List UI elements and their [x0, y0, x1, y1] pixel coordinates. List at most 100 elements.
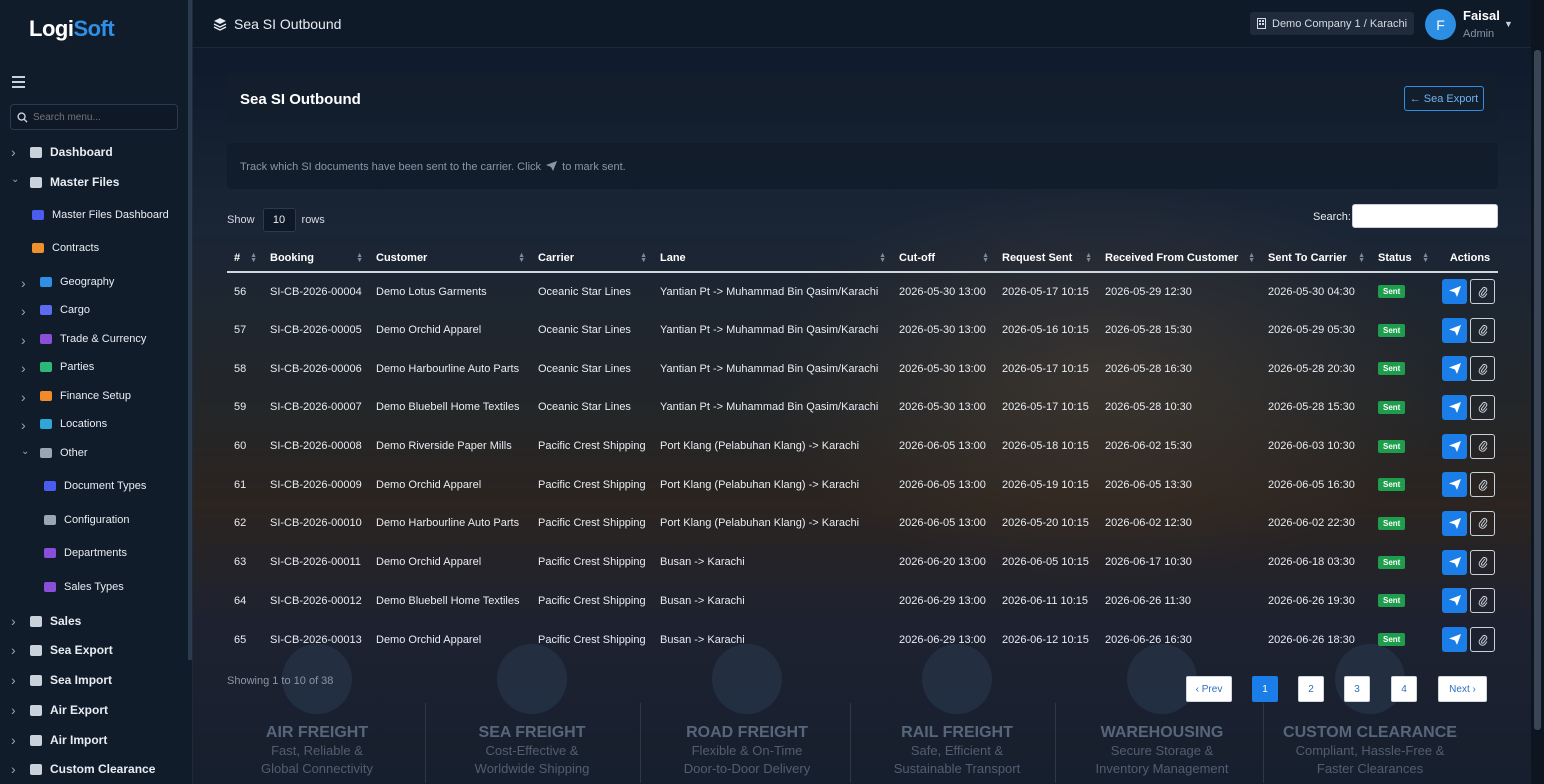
- sidebar-item-configuration[interactable]: Configuration: [44, 514, 129, 526]
- sidebar-item-air-export[interactable]: Air Export: [30, 703, 108, 717]
- table-search-input[interactable]: [1352, 204, 1498, 228]
- back-to-sea-export-button[interactable]: ← Sea Export: [1404, 86, 1484, 111]
- chevron-right-icon[interactable]: ›: [11, 732, 16, 748]
- chevron-right-icon[interactable]: ›: [21, 303, 26, 319]
- mark-sent-button[interactable]: [1442, 627, 1467, 653]
- attachment-button[interactable]: [1470, 549, 1495, 575]
- column-header-carrier[interactable]: Carrier ▲ ▼: [531, 244, 653, 273]
- column-header-request-sent[interactable]: Request Sent ▲ ▼: [995, 244, 1098, 273]
- mark-sent-button[interactable]: [1442, 279, 1467, 305]
- chevron-right-icon[interactable]: ›: [11, 702, 16, 718]
- column-header-customer[interactable]: Customer ▲ ▼: [369, 244, 531, 273]
- page-button-4[interactable]: 4: [1391, 676, 1417, 702]
- sidebar-item-sea-export[interactable]: Sea Export: [30, 643, 113, 657]
- paperclip-icon: [1478, 363, 1487, 375]
- mark-sent-button[interactable]: [1442, 356, 1467, 382]
- mark-sent-button[interactable]: [1442, 394, 1467, 420]
- sidebar-item-cargo[interactable]: Cargo: [40, 304, 90, 316]
- table-row: 61 SI-CB-2026-00009 Demo Orchid Apparel Pac…: [227, 465, 1498, 504]
- chevron-right-icon[interactable]: ›: [21, 360, 26, 376]
- sidebar-item-document-types[interactable]: Document Types: [44, 480, 146, 492]
- sidebar-item-locations[interactable]: Locations: [40, 418, 107, 430]
- chevron-right-icon[interactable]: ›: [21, 332, 26, 348]
- mark-sent-button[interactable]: [1442, 472, 1467, 498]
- mark-sent-button[interactable]: [1442, 588, 1467, 614]
- table-cell: 56: [234, 285, 247, 298]
- sidebar-item-label: Custom Clearance: [50, 762, 156, 776]
- column-header-sent-to-carrier[interactable]: Sent To Carrier ▲ ▼: [1261, 244, 1371, 273]
- sidebar-scrollbar[interactable]: [188, 0, 192, 660]
- next-page-button[interactable]: Next ›: [1438, 676, 1487, 702]
- page-button-1[interactable]: 1: [1252, 676, 1278, 702]
- sidebar-item-dashboard[interactable]: Dashboard: [30, 145, 113, 159]
- chevron-down-icon[interactable]: ⌄: [21, 446, 29, 457]
- user-menu-caret-icon[interactable]: ▼: [1504, 19, 1513, 29]
- sort-icon: ▲ ▼: [250, 252, 257, 264]
- attachment-button[interactable]: [1470, 472, 1495, 498]
- background-feature: WAREHOUSING Secure Storage & Inventory Man…: [1062, 644, 1262, 778]
- sidebar-item-sea-import[interactable]: Sea Import: [30, 673, 112, 687]
- sidebar-item-sales[interactable]: Sales: [30, 614, 81, 628]
- table-cell: SI-CB-2026-00010: [270, 517, 362, 530]
- sidebar-item-parties[interactable]: Parties: [40, 361, 94, 373]
- column-header-cut-off[interactable]: Cut-off ▲ ▼: [892, 244, 995, 273]
- attachment-button[interactable]: [1470, 279, 1495, 305]
- table-cell: SI-CB-2026-00007: [270, 401, 362, 414]
- status-badge: Sent: [1378, 594, 1406, 608]
- table-row: 60 SI-CB-2026-00008 Demo Riverside Paper M…: [227, 427, 1498, 466]
- chevron-right-icon[interactable]: ›: [11, 761, 16, 777]
- mark-sent-button[interactable]: [1442, 549, 1467, 575]
- avatar[interactable]: F: [1425, 9, 1456, 40]
- sidebar: LogiSoft Dashboard › Master Files ⌄ Master F…: [0, 0, 193, 784]
- mark-sent-button[interactable]: [1442, 317, 1467, 343]
- user-name[interactable]: Faisal: [1463, 8, 1500, 23]
- chevron-right-icon[interactable]: ›: [11, 144, 16, 160]
- chevron-right-icon[interactable]: ›: [11, 642, 16, 658]
- sidebar-item-air-import[interactable]: Air Import: [30, 733, 107, 747]
- page-scrollbar[interactable]: [1531, 0, 1544, 784]
- attachment-button[interactable]: [1470, 356, 1495, 382]
- column-header-lane[interactable]: Lane ▲ ▼: [653, 244, 892, 273]
- page-button-2[interactable]: 2: [1298, 676, 1324, 702]
- chevron-right-icon[interactable]: ›: [21, 417, 26, 433]
- column-header-received-from-customer[interactable]: Received From Customer ▲ ▼: [1098, 244, 1261, 273]
- column-header-status[interactable]: Status ▲ ▼: [1371, 244, 1435, 273]
- sidebar-item-contracts[interactable]: Contracts: [32, 242, 99, 254]
- table-cell: 2026-06-02 15:30: [1105, 440, 1192, 453]
- sidebar-item-finance-setup[interactable]: Finance Setup: [40, 390, 131, 402]
- arrow-left-icon: ←: [1409, 92, 1421, 105]
- attachment-button[interactable]: [1470, 588, 1495, 614]
- chevron-right-icon[interactable]: ›: [11, 613, 16, 629]
- sidebar-item-master-files[interactable]: Master Files: [30, 175, 119, 189]
- chevron-right-icon[interactable]: ›: [11, 672, 16, 688]
- chevron-down-icon[interactable]: ⌄: [11, 174, 19, 185]
- chevron-right-icon[interactable]: ›: [21, 275, 26, 291]
- mark-sent-button[interactable]: [1442, 433, 1467, 459]
- sidebar-search-input[interactable]: [33, 111, 173, 123]
- hamburger-menu-icon[interactable]: [12, 76, 25, 89]
- sidebar-item-custom-clearance[interactable]: Custom Clearance: [30, 762, 155, 776]
- attachment-button[interactable]: [1470, 394, 1495, 420]
- page-button-3[interactable]: 3: [1344, 676, 1370, 702]
- sidebar-item-sales-types[interactable]: Sales Types: [44, 581, 124, 593]
- column-header-[interactable]: # ▲ ▼: [227, 244, 263, 273]
- attachment-button[interactable]: [1470, 317, 1495, 343]
- prev-page-button[interactable]: ‹ Prev: [1186, 676, 1232, 702]
- sidebar-search[interactable]: [10, 104, 178, 130]
- sidebar-item-trade-currency[interactable]: Trade & Currency: [40, 333, 146, 345]
- sidebar-item-master-files-dashboard[interactable]: Master Files Dashboard: [32, 209, 169, 221]
- company-selector[interactable]: Demo Company 1 / Karachi: [1250, 12, 1415, 35]
- attachment-button[interactable]: [1470, 627, 1495, 653]
- attachment-button[interactable]: [1470, 510, 1495, 536]
- column-header-booking[interactable]: Booking ▲ ▼: [263, 244, 369, 273]
- table-cell: 2026-05-18 10:15: [1002, 440, 1089, 453]
- table-cell: 2026-06-26 11:30: [1105, 594, 1192, 607]
- sidebar-item-other[interactable]: Other: [40, 447, 88, 459]
- sidebar-item-geography[interactable]: Geography: [40, 276, 114, 288]
- mark-sent-button[interactable]: [1442, 510, 1467, 536]
- rows-per-page-select[interactable]: [262, 208, 296, 232]
- sidebar-item-departments[interactable]: Departments: [44, 547, 127, 559]
- attachment-button[interactable]: [1470, 433, 1495, 459]
- table-cell: Port Klang (Pelabuhan Klang) -> Karachi: [660, 440, 860, 453]
- chevron-right-icon[interactable]: ›: [21, 389, 26, 405]
